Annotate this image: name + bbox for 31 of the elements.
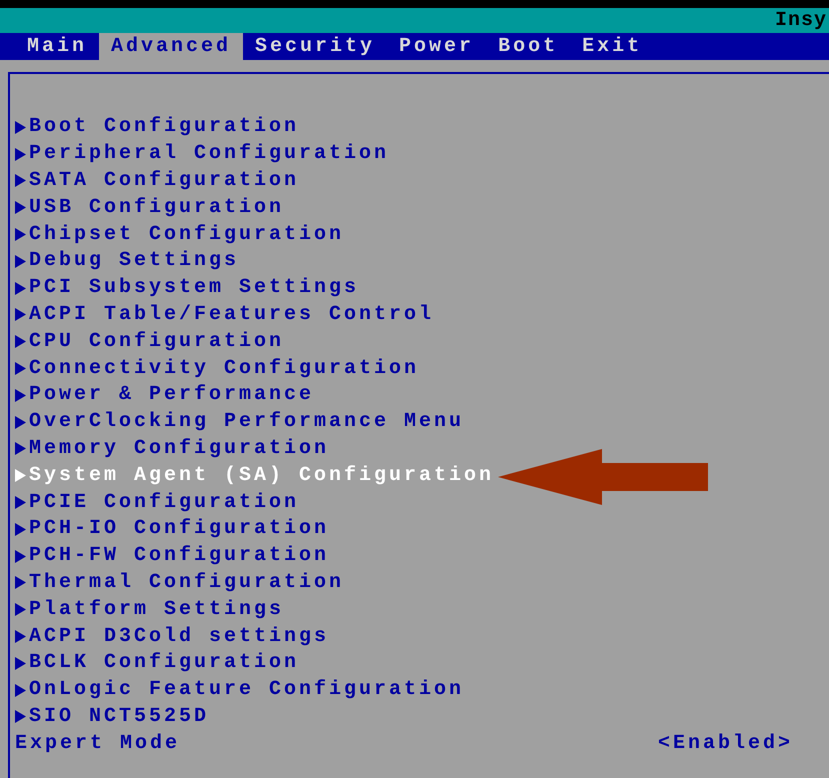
triangle-icon (15, 228, 26, 242)
vendor-title: Insy (774, 8, 827, 33)
triangle-icon (15, 684, 26, 697)
triangle-icon (15, 416, 26, 429)
menu-tab[interactable]: Security (243, 33, 388, 60)
triangle-icon (15, 442, 26, 456)
setting-value[interactable]: <Enabled> (658, 728, 793, 759)
triangle-icon (15, 576, 26, 590)
triangle-icon (15, 710, 26, 724)
triangle-icon (15, 335, 26, 348)
triangle-icon (15, 282, 26, 295)
triangle-icon (15, 630, 26, 644)
triangle-icon (15, 550, 26, 563)
triangle-icon (15, 254, 26, 268)
triangle-icon (15, 496, 26, 510)
triangle-icon (15, 148, 26, 161)
menu-tab[interactable]: Advanced (99, 33, 244, 60)
triangle-icon (15, 388, 26, 402)
menu-tab[interactable]: Power (387, 33, 486, 60)
menu-tab[interactable]: Main (15, 33, 100, 60)
triangle-icon (15, 120, 26, 134)
triangle-icon (15, 174, 26, 188)
triangle-icon (15, 656, 26, 670)
menu-tab[interactable]: Exit (570, 33, 654, 60)
menu-tab[interactable]: Boot (486, 33, 570, 60)
triangle-icon (15, 201, 26, 214)
triangle-icon (15, 603, 26, 616)
triangle-icon (15, 469, 26, 482)
triangle-icon (15, 362, 26, 376)
triangle-icon (15, 522, 26, 536)
triangle-icon (15, 308, 26, 322)
